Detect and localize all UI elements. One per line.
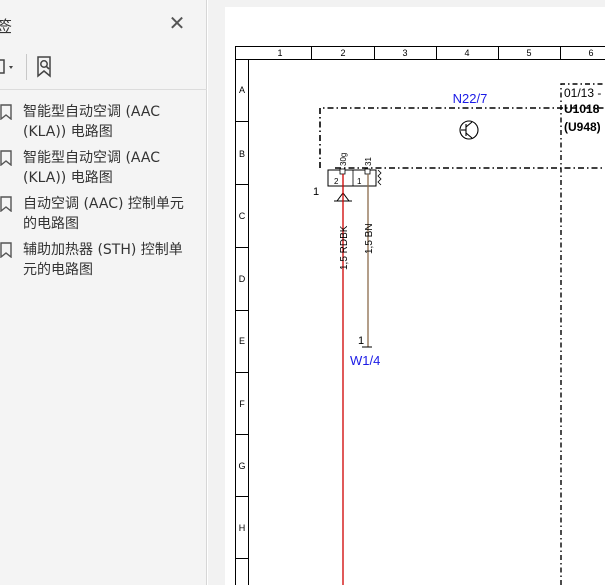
row-letter: D — [239, 274, 246, 284]
options-dropdown-icon — [0, 59, 13, 74]
panel-header: 签 ✕ — [0, 0, 207, 46]
side-block-line: U1018 — [564, 102, 600, 116]
bookmark-label: 自动空调 (AAC) 控制单元 的电路图 — [23, 196, 184, 232]
side-block-line: 01/13 - — [564, 86, 601, 100]
bookmark-item[interactable]: 自动空调 (AAC) 控制单元 的电路图 — [0, 194, 200, 234]
options-menu-button[interactable] — [0, 56, 22, 78]
column-number: 1 — [277, 48, 282, 58]
pin-number: 2 — [334, 177, 339, 186]
component-label: N22/7 — [453, 91, 488, 106]
toolbar-divider — [26, 54, 27, 80]
row-letter: G — [238, 461, 245, 471]
ground-number: 1 — [313, 186, 319, 198]
wire-label: 1,5 BN — [364, 223, 375, 254]
row-letter: F — [239, 399, 245, 409]
close-panel-button[interactable]: ✕ — [166, 12, 188, 34]
bookmark-search-icon — [37, 56, 51, 78]
bookmark-item[interactable]: 辅助加热器 (STH) 控制单 元的电路图 — [0, 240, 200, 280]
document-viewport[interactable]: 1 2 3 4 5 6 A B C D E F G H N22/7 01/13 … — [208, 0, 605, 585]
row-letter: B — [239, 149, 245, 159]
row-letter: H — [239, 523, 246, 533]
column-number: 5 — [526, 48, 531, 58]
circuit-diagram: 1 2 3 4 5 6 A B C D E F G H N22/7 01/13 … — [235, 46, 605, 585]
column-number: 6 — [588, 48, 593, 58]
column-number: 3 — [402, 48, 407, 58]
row-letter: A — [239, 85, 245, 95]
panel-title: 签 — [0, 17, 13, 36]
bookmark-item[interactable]: 智能型自动空调 (AAC (KLA)) 电路图 — [0, 102, 200, 142]
connector-number: 1 — [358, 335, 364, 347]
pin-label: 31 — [364, 157, 373, 166]
side-block-line: (U948) — [564, 120, 601, 134]
pin-number: 1 — [357, 177, 362, 186]
wire-label: 1,5 RDBK — [339, 225, 350, 270]
pin-label: 30g — [339, 153, 348, 166]
bookmark-label: 辅助加热器 (STH) 控制单 元的电路图 — [23, 242, 183, 278]
row-letter: C — [239, 211, 246, 221]
bookmark-icon — [0, 196, 12, 212]
connector-ref: W1/4 — [350, 353, 380, 368]
bookmark-label: 智能型自动空调 (AAC (KLA)) 电路图 — [23, 150, 160, 186]
bookmark-icon — [0, 104, 12, 120]
bookmarks-panel: 签 ✕ 智能型自动空调 (AAC (KLA)) 电路图 智能型自动空调 (AAC… — [0, 0, 207, 585]
row-letter: E — [239, 336, 245, 346]
bookmark-icon — [0, 150, 12, 166]
document-page: 1 2 3 4 5 6 A B C D E F G H N22/7 01/13 … — [225, 7, 605, 585]
column-number: 2 — [340, 48, 345, 58]
panel-toolbar — [0, 46, 207, 90]
transistor-icon — [459, 120, 479, 140]
bookmark-label: 智能型自动空调 (AAC (KLA)) 电路图 — [23, 104, 160, 140]
bookmark-icon — [0, 242, 12, 258]
column-number: 4 — [464, 48, 469, 58]
bookmark-item[interactable]: 智能型自动空调 (AAC (KLA)) 电路图 — [0, 148, 200, 188]
find-bookmark-button[interactable] — [34, 55, 58, 79]
